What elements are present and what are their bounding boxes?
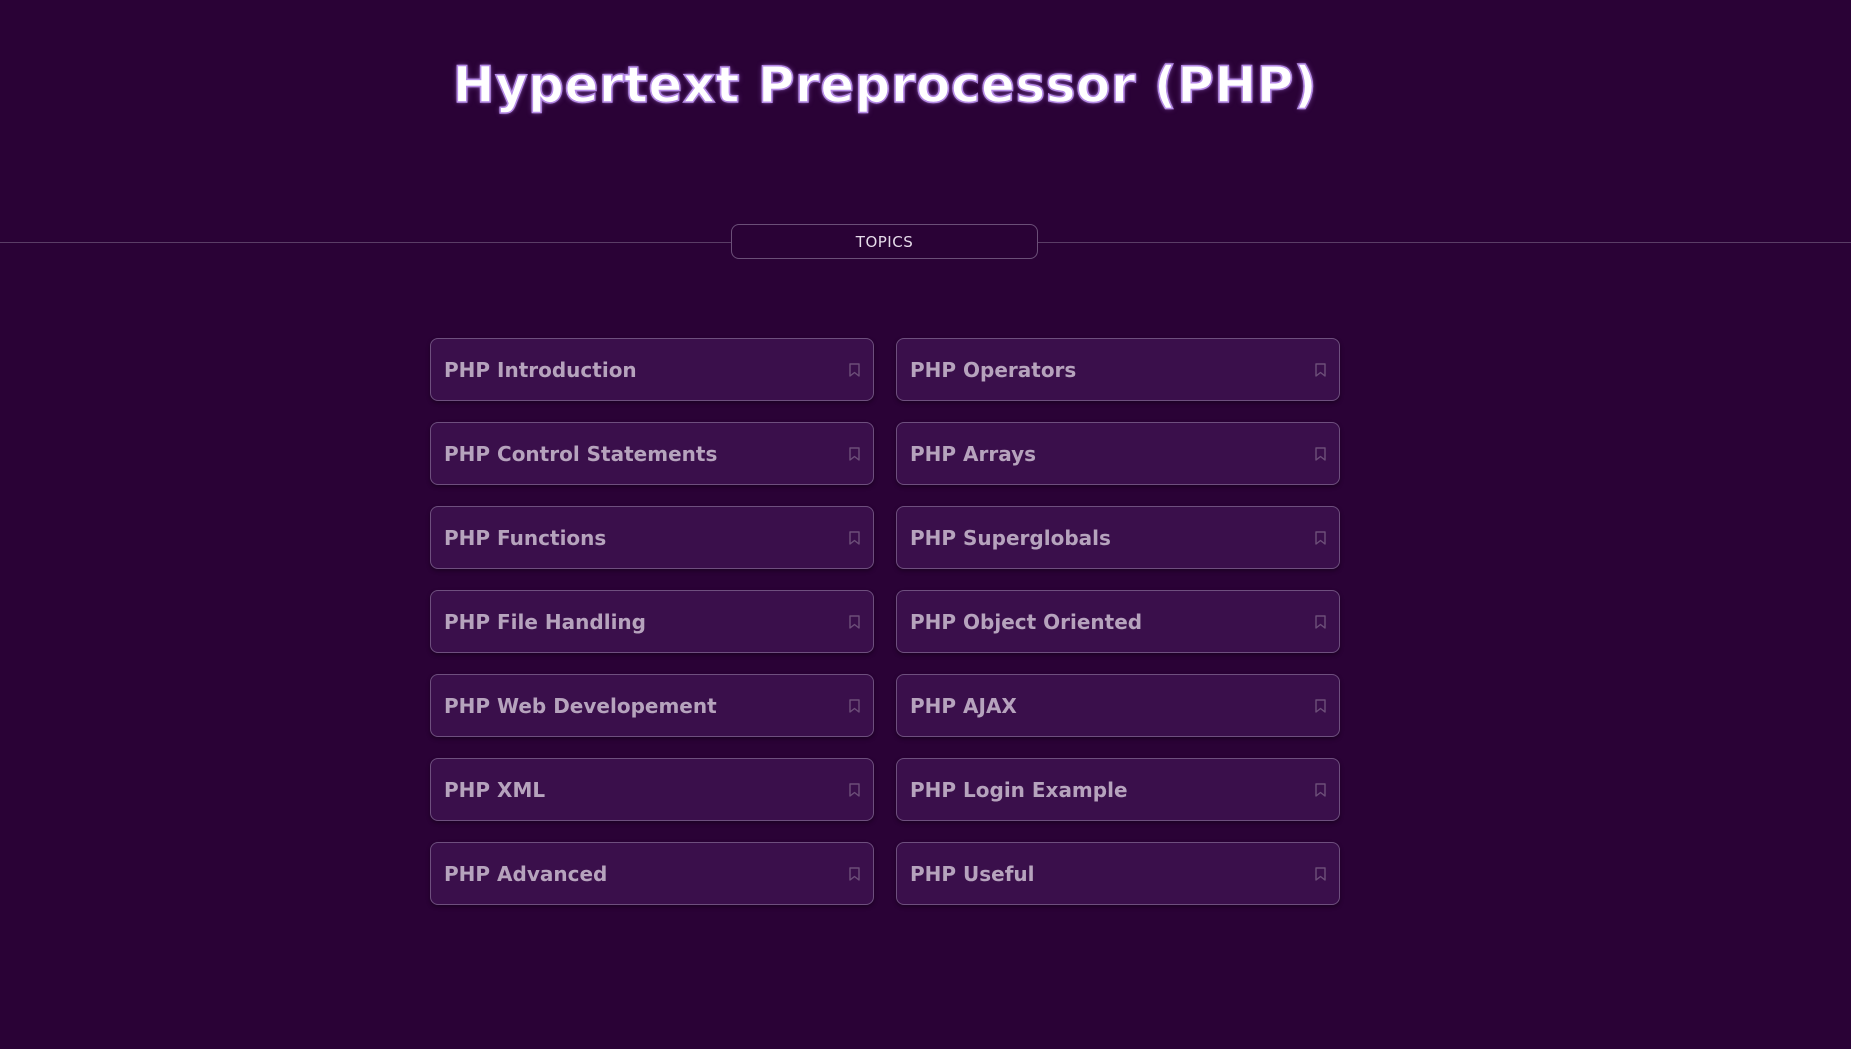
topic-label: PHP Web Developement (444, 693, 717, 718)
bookmark-icon[interactable] (1313, 697, 1327, 715)
topic-card-php-object-oriented[interactable]: PHP Object Oriented (896, 590, 1340, 653)
bookmark-icon[interactable] (847, 781, 861, 799)
topic-label: PHP Introduction (444, 357, 637, 382)
topic-card-php-xml[interactable]: PHP XML (430, 758, 874, 821)
topic-label: PHP File Handling (444, 609, 646, 634)
topic-card-php-superglobals[interactable]: PHP Superglobals (896, 506, 1340, 569)
topic-label: PHP Control Statements (444, 441, 718, 466)
topic-card-php-functions[interactable]: PHP Functions (430, 506, 874, 569)
bookmark-icon[interactable] (847, 529, 861, 547)
topic-label: PHP Operators (910, 357, 1077, 382)
topic-card-php-arrays[interactable]: PHP Arrays (896, 422, 1340, 485)
topic-card-php-web-developement[interactable]: PHP Web Developement (430, 674, 874, 737)
bookmark-icon[interactable] (847, 445, 861, 463)
topic-label: PHP Superglobals (910, 525, 1111, 550)
topic-card-php-advanced[interactable]: PHP Advanced (430, 842, 874, 905)
topic-card-php-operators[interactable]: PHP Operators (896, 338, 1340, 401)
topic-card-php-login-example[interactable]: PHP Login Example (896, 758, 1340, 821)
bookmark-icon[interactable] (1313, 361, 1327, 379)
bookmark-icon[interactable] (847, 361, 861, 379)
bookmark-icon[interactable] (1313, 613, 1327, 631)
page-title: Hypertext Preprocessor (PHP) (452, 55, 1318, 115)
bookmark-icon[interactable] (847, 697, 861, 715)
topics-grid: PHP Introduction PHP Operators PHP Contr… (430, 338, 1340, 905)
topic-label: PHP Arrays (910, 441, 1037, 466)
topic-card-php-control-statements[interactable]: PHP Control Statements (430, 422, 874, 485)
topic-label: PHP Functions (444, 525, 607, 550)
topic-label: PHP Advanced (444, 861, 608, 886)
topic-label: PHP XML (444, 777, 546, 802)
bookmark-icon[interactable] (1313, 445, 1327, 463)
topic-label: PHP Login Example (910, 777, 1128, 802)
topic-card-php-useful[interactable]: PHP Useful (896, 842, 1340, 905)
topic-label: PHP Useful (910, 861, 1035, 886)
bookmark-icon[interactable] (847, 865, 861, 883)
topic-card-php-introduction[interactable]: PHP Introduction (430, 338, 874, 401)
topics-section-label: TOPICS (731, 224, 1038, 259)
topic-label: PHP Object Oriented (910, 609, 1143, 634)
bookmark-icon[interactable] (1313, 781, 1327, 799)
topic-card-php-file-handling[interactable]: PHP File Handling (430, 590, 874, 653)
bookmark-icon[interactable] (847, 613, 861, 631)
topic-card-php-ajax[interactable]: PHP AJAX (896, 674, 1340, 737)
bookmark-icon[interactable] (1313, 529, 1327, 547)
bookmark-icon[interactable] (1313, 865, 1327, 883)
topic-label: PHP AJAX (910, 693, 1017, 718)
